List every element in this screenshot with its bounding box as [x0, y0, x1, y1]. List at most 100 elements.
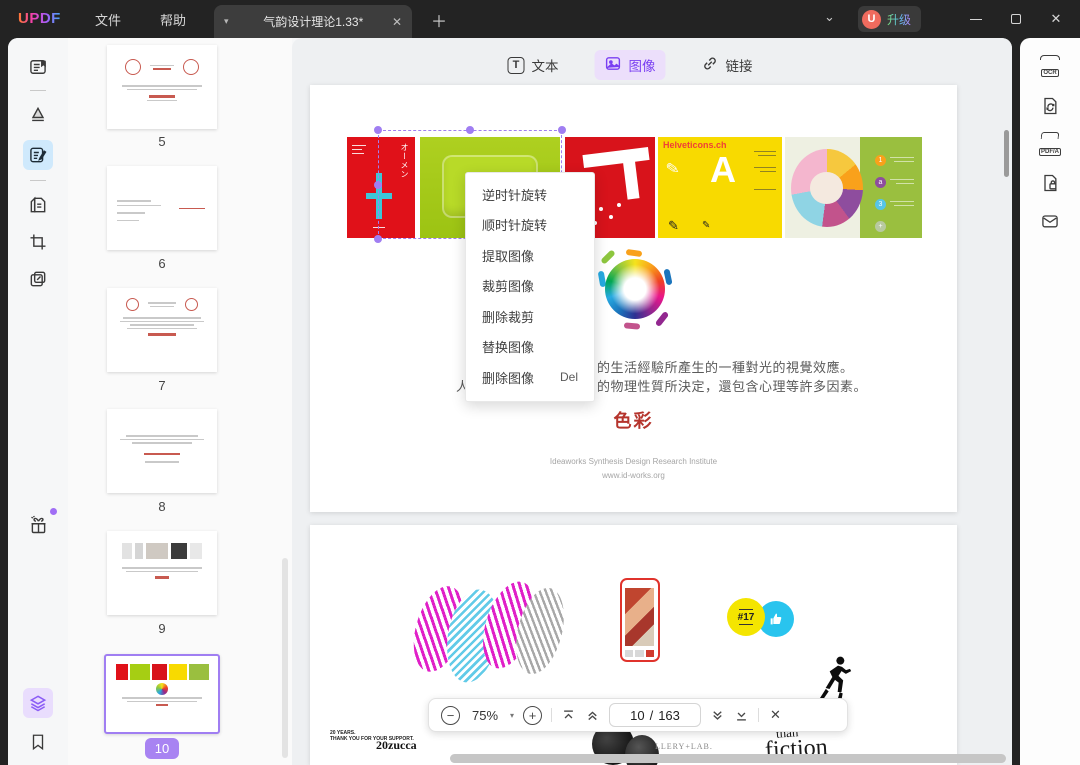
menu-item-extract-image[interactable]: 提取图像: [466, 240, 594, 271]
protect-icon[interactable]: [1035, 168, 1065, 198]
text-tool-icon: T: [507, 56, 525, 74]
menu-item-remove-crop[interactable]: 删除裁剪: [466, 301, 594, 332]
layers-icon[interactable]: [23, 688, 53, 718]
next-page-button[interactable]: [710, 708, 725, 723]
website-text: www.id-works.org: [602, 471, 665, 480]
rank-badge: #17: [727, 598, 765, 636]
selection-handle[interactable]: [466, 126, 474, 134]
thumbnail-label: 8: [158, 499, 166, 514]
thumbnail-label: 6: [158, 256, 166, 271]
tool-text-label: 文本: [531, 59, 559, 74]
thumbnail-page-7[interactable]: [107, 288, 217, 372]
last-page-button[interactable]: [734, 708, 749, 723]
page-heading: 色彩: [613, 411, 654, 431]
menu-file[interactable]: 文件: [95, 0, 121, 38]
brochure-wheel-graphic: [791, 149, 863, 227]
menu-item-rotate-cw[interactable]: 顺时针旋转: [466, 210, 594, 241]
tab-close-icon[interactable]: ✕: [392, 15, 402, 29]
color-wheel-image[interactable]: [597, 248, 673, 330]
comment-marker-icon[interactable]: [23, 100, 53, 130]
gallery-text: LLERY+LAB.: [655, 742, 713, 751]
left-toolbar: [8, 38, 68, 765]
menu-item-delete-image[interactable]: 删除图像 Del: [466, 362, 594, 393]
current-page: 10: [630, 707, 645, 723]
total-pages: 163: [658, 707, 680, 723]
upgrade-button[interactable]: U 升级: [858, 6, 922, 32]
ocr-icon[interactable]: OCR: [1035, 52, 1065, 82]
horizontal-scrollbar[interactable]: [450, 754, 1006, 763]
pdf-page-10: オーメン Helveticons.ch ✎ A ✎ ✎ 1 a 3 + 的生活經…: [310, 85, 957, 512]
pdfa-icon[interactable]: PDF/A: [1035, 130, 1065, 160]
thumbnail-label: 7: [158, 378, 166, 393]
page-image-red-poster[interactable]: オーメン: [347, 137, 415, 238]
app-shell: 5 6 7 8 9 10 T 文本 图像 链接 オーメン Helveticons…: [8, 38, 1012, 765]
selection-handle[interactable]: [374, 126, 382, 134]
convert-icon[interactable]: [1035, 91, 1065, 121]
maximize-button[interactable]: [996, 0, 1036, 38]
page-number-input[interactable]: 10 / 163: [609, 703, 702, 727]
zoom-out-button[interactable]: −: [441, 705, 460, 725]
avatar[interactable]: U: [862, 9, 881, 29]
zoom-level[interactable]: 75%: [469, 708, 501, 723]
watermark-icon[interactable]: [23, 264, 53, 294]
edit-mode-toolbar: T 文本 图像 链接: [498, 50, 763, 80]
window-close-button[interactable]: ✕: [1036, 0, 1076, 38]
poster-vertical-text: オーメン: [400, 143, 409, 179]
image-tool-icon: [605, 55, 622, 75]
pencil-icon: ✎: [664, 159, 681, 180]
thumbnail-page-5[interactable]: [107, 45, 217, 129]
menu-item-replace-image[interactable]: 替换图像: [466, 332, 594, 363]
tab-title: 气韵设计理论1.33*: [263, 15, 364, 29]
edit-pdf-icon[interactable]: [23, 140, 53, 170]
new-tab-button[interactable]: ＋: [428, 8, 450, 32]
zoom-in-button[interactable]: +: [523, 705, 543, 725]
arrow-graphic: [179, 208, 205, 209]
reader-mode-icon[interactable]: [23, 52, 53, 82]
document-area: T 文本 图像 链接 オーメン Helveticons.ch ✎ A ✎ ✎ 1…: [292, 38, 1012, 765]
tool-image[interactable]: 图像: [594, 50, 666, 80]
thumbnail-page-10-selected[interactable]: [104, 654, 220, 734]
mini-color-wheel: [156, 683, 168, 695]
bookmark-icon[interactable]: [23, 727, 53, 757]
rail-divider: [30, 90, 46, 91]
thumbnail-scrollbar[interactable]: [282, 558, 288, 758]
thumbnail-page-8[interactable]: [107, 409, 217, 493]
view-toolbar: − 75% ▾ + 10 / 163 ✕: [428, 698, 848, 732]
page-image-helveticons[interactable]: Helveticons.ch ✎ A ✎ ✎: [658, 137, 782, 238]
menu-help[interactable]: 帮助: [160, 0, 186, 38]
phone-image: [620, 578, 660, 662]
vertical-scrollbar[interactable]: [1004, 130, 1009, 177]
thumbnail-page-9[interactable]: [107, 531, 217, 615]
mail-icon[interactable]: [1035, 206, 1065, 236]
page-image-green-brochure[interactable]: 1 a 3 +: [785, 137, 922, 238]
crop-pages-icon[interactable]: [23, 227, 53, 257]
updf-logo: UPDF: [18, 10, 61, 27]
right-toolbar: OCR PDF/A: [1020, 38, 1080, 765]
document-tab[interactable]: ▾ 气韵设计理论1.33* ✕: [214, 5, 412, 38]
thumbnail-page-6[interactable]: [107, 166, 217, 250]
maximize-icon: [1011, 14, 1021, 24]
menu-item-rotate-ccw[interactable]: 逆时针旋转: [466, 179, 594, 210]
gift-icon[interactable]: [23, 510, 53, 540]
tool-image-label: 图像: [628, 59, 656, 74]
thumbnail-panel: 5 6 7 8 9 10: [68, 38, 292, 765]
selection-handle[interactable]: [558, 126, 566, 134]
image-context-menu: 逆时针旋转 顺时针旋转 提取图像 裁剪图像 删除裁剪 替换图像 删除图像 Del: [465, 172, 595, 402]
zoom-caret-icon[interactable]: ▾: [510, 711, 514, 720]
organize-pages-icon[interactable]: [23, 190, 53, 220]
thumbnail-label-selected: 10: [145, 738, 179, 759]
body-text-line2: 的物理性質所決定，還包含心理等許多因素。: [597, 379, 868, 394]
titlebar-chevron-down-icon[interactable]: ⌄: [824, 9, 835, 25]
title-bar: UPDF 文件 帮助 ▾ 气韵设计理论1.33* ✕ ＋ ⌄ U 升级 ✕: [0, 0, 1080, 38]
tab-caret-icon[interactable]: ▾: [224, 16, 229, 27]
previous-page-button[interactable]: [585, 708, 600, 723]
pencil-icon: ✎: [668, 218, 679, 233]
brand-text: 20zucca: [376, 738, 417, 752]
link-tool-icon: [702, 55, 719, 75]
tool-link[interactable]: 链接: [692, 50, 763, 80]
tool-text[interactable]: T 文本: [498, 50, 569, 80]
toolbar-close-button[interactable]: ✕: [770, 707, 781, 723]
minimize-button[interactable]: [956, 0, 996, 38]
menu-item-crop-image[interactable]: 裁剪图像: [466, 271, 594, 302]
first-page-button[interactable]: [561, 708, 576, 723]
